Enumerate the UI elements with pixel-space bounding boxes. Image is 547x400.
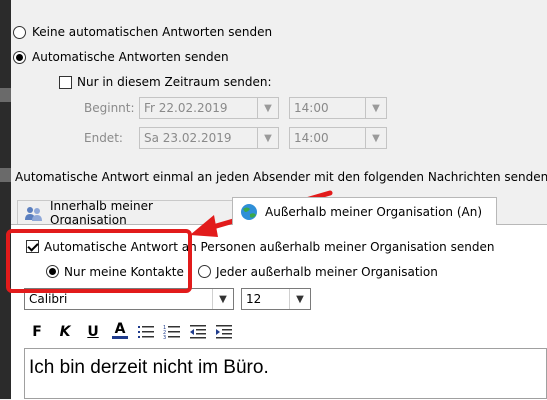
increase-indent-icon[interactable] [214,322,234,342]
start-date-combo[interactable]: Fr 22.02.2019 ▼ [139,97,279,119]
chevron-down-icon[interactable]: ▼ [257,98,278,118]
end-label: Endet: [84,131,123,145]
message-editor[interactable]: Ich bin derzeit nicht im Büro. [24,348,547,399]
chevron-down-icon[interactable]: ▼ [365,128,386,148]
underline-button[interactable]: U [83,322,103,342]
edge-marker [0,88,11,102]
bullet-list-icon[interactable] [136,322,156,342]
start-time-combo[interactable]: 14:00 ▼ [289,97,387,119]
start-time-value: 14:00 [294,101,329,115]
font-size-value: 12 [246,292,262,306]
end-time-value: 14:00 [294,131,329,145]
decrease-indent-icon[interactable] [188,322,208,342]
annotation-highlight-box [6,229,192,293]
globe-icon [239,203,259,221]
font-color-letter: A [114,320,126,337]
start-date-value: Fr 22.02.2019 [144,101,228,115]
tab-strip: Innerhalb meiner Organisation Außerhalb … [11,197,547,227]
everyone-outside-radio[interactable] [198,265,211,278]
edge-marker [0,168,11,182]
message-text: Ich bin derzeit nicht im Büro. [29,357,269,378]
everyone-outside-label: Jeder außerhalb meiner Organisation [216,265,438,279]
end-time-combo[interactable]: 14:00 ▼ [289,127,387,149]
time-range-checkbox[interactable] [59,76,72,89]
info-text: Automatische Antwort einmal an jeden Abs… [15,170,547,184]
chevron-down-icon[interactable]: ▼ [212,289,233,309]
no-auto-replies-label: Keine automatischen Antworten senden [32,25,273,39]
chevron-down-icon[interactable]: ▼ [257,128,278,148]
people-icon [24,205,44,221]
bold-button[interactable]: F [27,322,47,342]
font-color-button[interactable]: A [110,320,130,340]
font-size-combo[interactable]: 12 ▼ [241,288,311,310]
send-auto-replies-label: Automatische Antworten senden [32,50,229,64]
send-auto-replies-radio[interactable] [13,51,26,64]
font-family-value: Calibri [29,292,68,306]
color-bar [112,335,128,339]
start-label: Beginnt: [84,101,135,115]
tab-outside-label: Außerhalb meiner Organisation (An) [265,204,483,219]
end-date-value: Sa 23.02.2019 [144,131,232,145]
svg-text:3: 3 [163,335,166,340]
chevron-down-icon[interactable]: ▼ [289,289,310,309]
no-auto-replies-radio[interactable] [13,26,26,39]
italic-button[interactable]: K [55,322,75,342]
chevron-down-icon[interactable]: ▼ [365,98,386,118]
tab-outside-organization[interactable]: Außerhalb meiner Organisation (An) [232,197,497,225]
end-date-combo[interactable]: Sa 23.02.2019 ▼ [139,127,279,149]
time-range-label: Nur in diesem Zeitraum senden: [77,75,272,89]
window-edge [0,0,11,399]
numbered-list-icon[interactable]: 1 2 3 [162,322,182,342]
